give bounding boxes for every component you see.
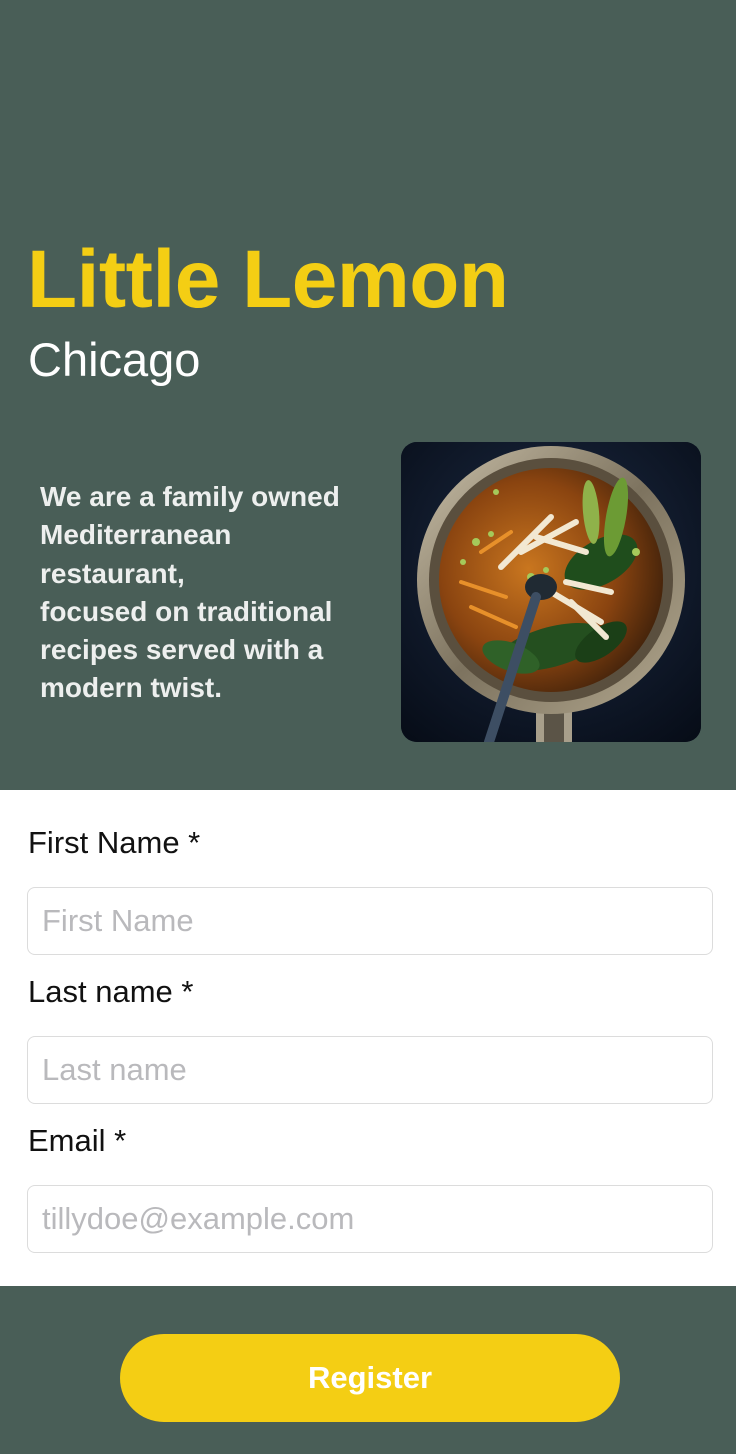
hero-food-image	[401, 442, 701, 742]
first-name-input[interactable]	[27, 887, 713, 955]
restaurant-city: Chicago	[28, 333, 201, 386]
hero-section: Little Lemon Chicago We are a family own…	[0, 0, 736, 790]
email-input[interactable]	[27, 1185, 713, 1253]
footer-bar: Register	[0, 1286, 736, 1454]
last-name-label: Last name *	[28, 974, 194, 1009]
email-label: Email *	[28, 1123, 127, 1158]
registration-form: First Name * Last name * Email *	[0, 790, 736, 1286]
register-button[interactable]: Register	[120, 1334, 620, 1422]
restaurant-name: Little Lemon	[27, 234, 509, 325]
restaurant-description: We are a family owned Mediterranean rest…	[40, 481, 340, 704]
first-name-label: First Name *	[28, 825, 201, 860]
last-name-input[interactable]	[27, 1036, 713, 1104]
